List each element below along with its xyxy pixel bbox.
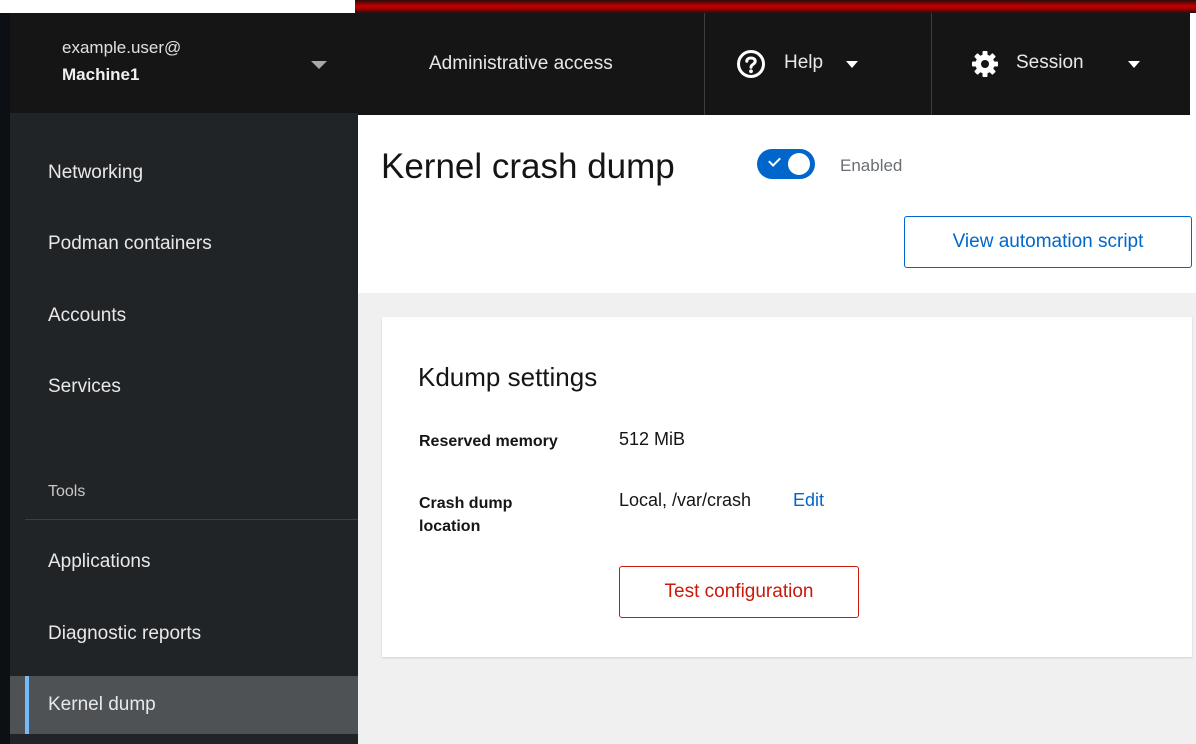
caret-down-icon: [846, 61, 858, 68]
reserved-memory-value: 512 MiB: [619, 429, 686, 449]
sidebar-item-podman-containers[interactable]: Podman containers: [10, 225, 358, 265]
sidebar-item-accounts[interactable]: Accounts: [10, 297, 358, 337]
card-title: Kdump settings: [418, 362, 598, 392]
kdump-settings-card: Kdump settings Reserved memory 512 MiB C…: [382, 317, 1192, 657]
sidebar-item-label: Networking: [48, 162, 144, 183]
sidebar-item-networking[interactable]: Networking: [10, 154, 358, 194]
crash-dump-location-value: Local, /var/crash: [619, 490, 752, 510]
sidebar-item-label: Accounts: [48, 305, 127, 326]
page-header: Kernel crash dump Enabled View automatio…: [358, 115, 1196, 293]
session-label: Session: [1016, 52, 1084, 73]
host-user: example.user@: [62, 38, 182, 57]
sidebar-item-label: Services: [48, 376, 121, 397]
label-line: location: [419, 518, 481, 535]
host-machine-name: Machine1: [62, 65, 140, 84]
check-icon: [768, 154, 781, 167]
view-automation-script-button[interactable]: View automation script: [904, 216, 1192, 268]
sidebar-item-services[interactable]: Services: [10, 368, 358, 408]
sidebar: example.user@ Machine1 Networking Podman…: [10, 13, 358, 744]
masthead-divider: [931, 13, 932, 115]
caret-down-icon: [1128, 61, 1140, 68]
help-label: Help: [784, 52, 824, 73]
sidebar-divider: [25, 519, 358, 520]
edit-location-link[interactable]: Edit: [793, 490, 824, 511]
question-circle-icon: [737, 50, 765, 78]
window-left-edge: [0, 13, 10, 744]
label-line: Crash dump: [419, 495, 513, 512]
sidebar-section-heading: Tools: [48, 483, 86, 500]
sidebar-item-kernel-dump[interactable]: Kernel dump: [10, 676, 358, 734]
kdump-enable-toggle[interactable]: [757, 149, 815, 179]
gear-icon: [972, 51, 998, 77]
page-title: Kernel crash dump: [381, 147, 675, 186]
reserved-memory-label: Reserved memory: [419, 433, 558, 450]
administrative-access-button[interactable]: Administrative access: [429, 53, 613, 75]
browser-top-strip: [0, 0, 1196, 13]
caret-down-icon[interactable]: [311, 61, 327, 69]
active-indicator: [25, 676, 29, 734]
top-accent-bar: [355, 0, 1196, 13]
sidebar-item-applications[interactable]: Applications: [10, 543, 358, 583]
main-content: Kdump settings Reserved memory 512 MiB C…: [358, 293, 1196, 744]
toggle-status-label: Enabled: [840, 156, 903, 175]
masthead-divider: [704, 13, 705, 115]
masthead: Administrative access Help Session: [358, 13, 1196, 115]
scrollbar-strip: [1190, 13, 1196, 115]
sidebar-item-label: Diagnostic reports: [48, 623, 202, 644]
host-switcher[interactable]: example.user@ Machine1: [10, 13, 358, 113]
test-configuration-button[interactable]: Test configuration: [619, 566, 859, 618]
sidebar-item-label: Applications: [48, 551, 151, 572]
sidebar-item-diagnostic-reports[interactable]: Diagnostic reports: [10, 615, 358, 655]
sidebar-item-label: Podman containers: [48, 233, 212, 254]
toggle-knob: [788, 153, 810, 175]
sidebar-item-label: Kernel dump: [48, 694, 156, 715]
crash-dump-location-label: Crash dump location: [419, 492, 512, 538]
